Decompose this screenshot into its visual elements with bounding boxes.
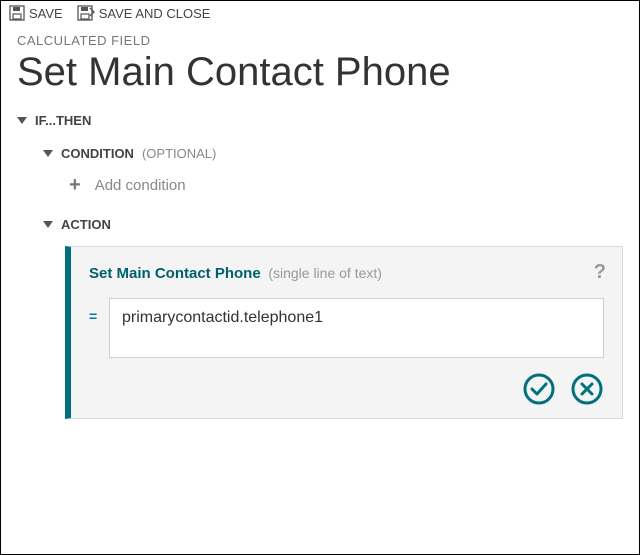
formula-input[interactable] xyxy=(109,298,604,358)
ifthen-header[interactable]: IF...THEN xyxy=(17,113,623,128)
add-condition-label: Add condition xyxy=(95,177,186,194)
save-icon xyxy=(9,5,25,21)
x-circle-icon xyxy=(570,372,604,406)
save-label: SAVE xyxy=(29,6,63,21)
add-condition-button[interactable]: + Add condition xyxy=(69,175,623,195)
action-label: ACTION xyxy=(61,217,111,232)
check-circle-icon xyxy=(522,372,556,406)
save-close-label: SAVE AND CLOSE xyxy=(99,6,211,21)
action-field-name: Set Main Contact Phone xyxy=(89,265,261,282)
chevron-down-icon[interactable] xyxy=(43,150,53,157)
eyebrow: CALCULATED FIELD xyxy=(17,33,623,48)
action-header[interactable]: ACTION xyxy=(43,217,623,232)
plus-icon: + xyxy=(69,175,81,195)
cancel-button[interactable] xyxy=(570,372,604,406)
toolbar: SAVE SAVE AND CLOSE xyxy=(1,1,639,23)
chevron-down-icon[interactable] xyxy=(17,117,27,124)
content: CALCULATED FIELD Set Main Contact Phone … xyxy=(1,23,639,435)
equals-sign: = xyxy=(89,298,99,324)
condition-label: CONDITION xyxy=(61,146,134,161)
condition-header[interactable]: CONDITION (OPTIONAL) xyxy=(43,146,623,161)
action-field-type: (single line of text) xyxy=(268,265,382,281)
save-button[interactable]: SAVE xyxy=(9,5,63,21)
help-icon[interactable]: ? xyxy=(594,261,606,284)
save-and-close-button[interactable]: SAVE AND CLOSE xyxy=(77,5,211,21)
chevron-down-icon[interactable] xyxy=(43,221,53,228)
action-card: ? Set Main Contact Phone (single line of… xyxy=(65,246,623,419)
ifthen-label: IF...THEN xyxy=(35,113,91,128)
save-close-icon xyxy=(77,5,95,21)
condition-optional: (OPTIONAL) xyxy=(142,146,216,161)
page-title: Set Main Contact Phone xyxy=(17,50,623,95)
confirm-button[interactable] xyxy=(522,372,556,406)
